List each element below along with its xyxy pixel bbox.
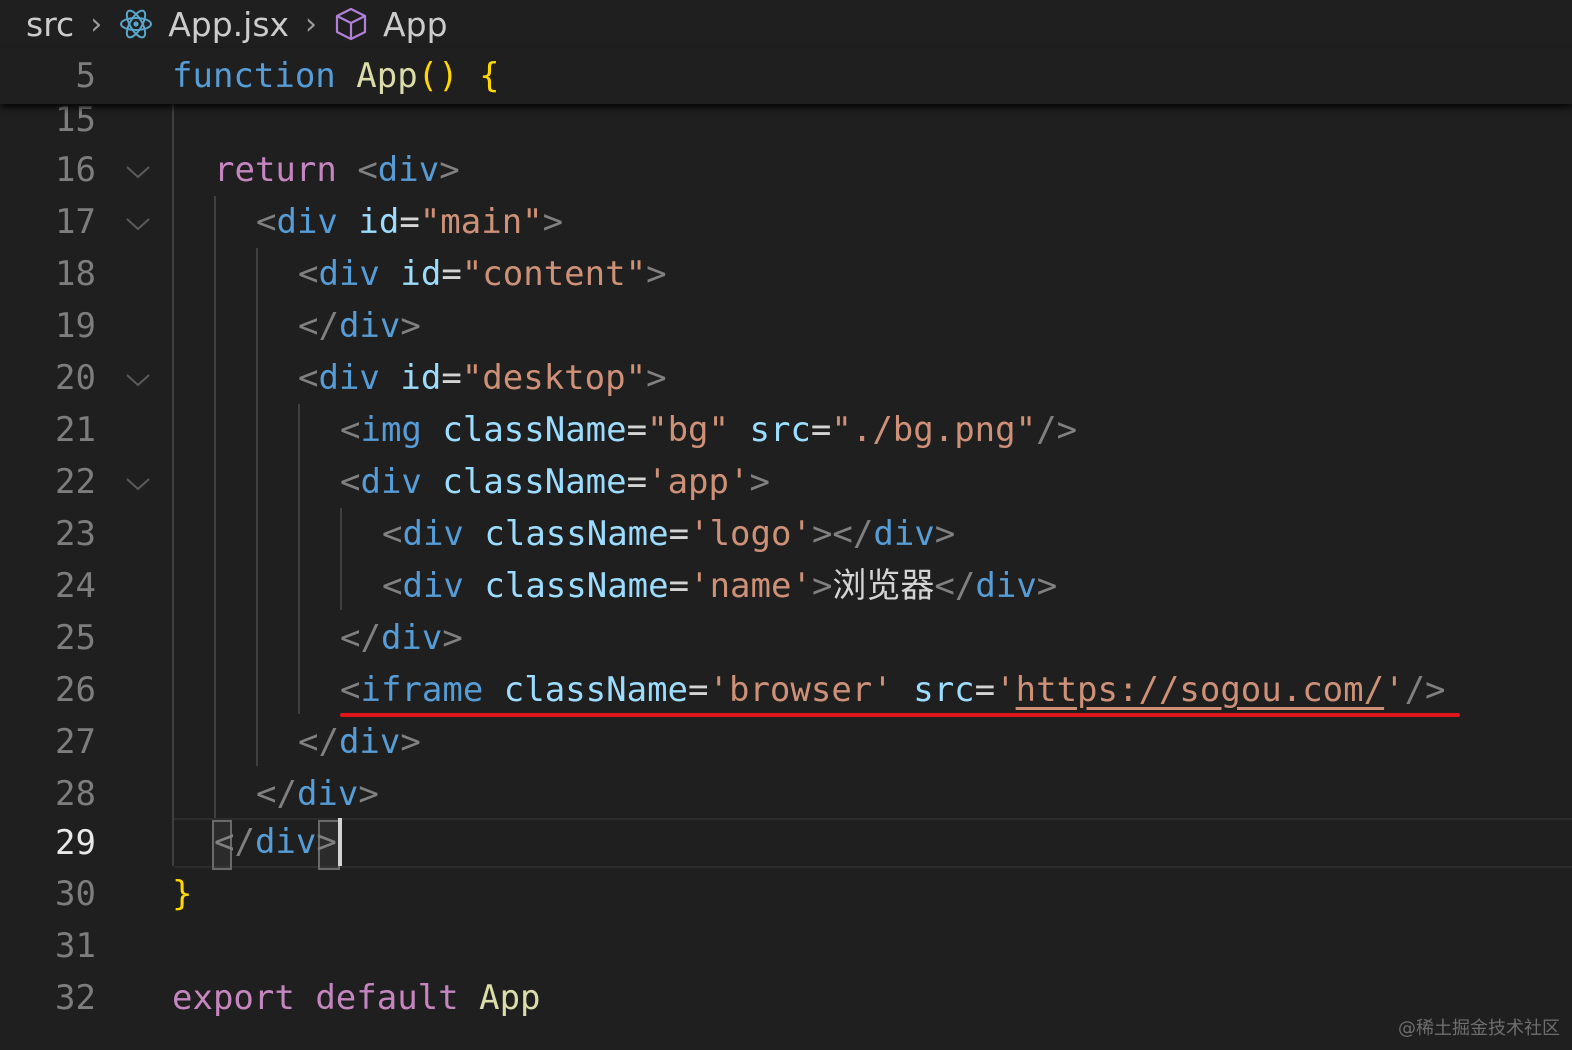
code-line-iframe: <iframe className='browser' src='https:/…	[340, 670, 1446, 710]
line-number: 28	[55, 774, 96, 814]
line-number: 25	[55, 618, 96, 658]
line-number: 23	[55, 514, 96, 554]
code-line: </div>	[298, 722, 421, 762]
function-name: App	[356, 56, 418, 96]
iframe-src-link[interactable]: https://sogou.com/	[1016, 670, 1384, 710]
keyword: function	[172, 56, 336, 96]
fold-chevron-icon[interactable]	[124, 216, 152, 232]
line-number: 26	[55, 670, 96, 710]
indent-guide	[214, 196, 216, 818]
indent-guide	[298, 404, 300, 714]
code-line: <div id="content">	[298, 254, 667, 294]
line-number: 21	[55, 410, 96, 450]
fold-chevron-icon[interactable]	[124, 164, 152, 180]
fold-chevron-icon[interactable]	[124, 372, 152, 388]
code-line: return <div>	[214, 150, 460, 190]
line-number: 32	[55, 978, 96, 1018]
code-line: </div>	[340, 618, 463, 658]
code-line: <div className='app'>	[340, 462, 770, 502]
indent-guide	[340, 508, 342, 610]
code-line: </div>	[256, 774, 379, 814]
line-number: 19	[55, 306, 96, 346]
line-number: 24	[55, 566, 96, 606]
editor[interactable]: 15 16 17 18 19 20 21 22 23 24 25 26 27 2…	[0, 0, 1572, 1050]
text-cursor	[338, 818, 342, 866]
line-number: 20	[55, 358, 96, 398]
line-number: 22	[55, 462, 96, 502]
indent-guide	[172, 104, 174, 866]
line-number: 5	[75, 56, 96, 96]
code-line-active: </div>	[214, 822, 337, 862]
line-number: 16	[55, 150, 96, 190]
code-line: export default App	[172, 978, 541, 1018]
code-line: <div id="desktop">	[298, 358, 667, 398]
open-brace: {	[479, 56, 500, 96]
sticky-scroll-header[interactable]: 5 function App() {	[0, 48, 1572, 104]
current-line-highlight	[174, 818, 1572, 868]
code-line: <div className='name'>浏览器</div>	[382, 566, 1058, 606]
annotation-underline	[340, 713, 1460, 717]
line-number: 18	[55, 254, 96, 294]
line-number: 30	[55, 874, 96, 914]
code-line: <div id="main">	[256, 202, 564, 242]
sticky-code-line: function App() {	[172, 50, 500, 102]
parens: ()	[417, 56, 459, 96]
code-line: <img className="bg" src="./bg.png"/>	[340, 410, 1078, 450]
code-line: }	[172, 874, 193, 914]
indent-guide	[256, 248, 258, 766]
code-line: </div>	[298, 306, 421, 346]
line-number: 31	[55, 926, 96, 966]
fold-chevron-icon[interactable]	[124, 476, 152, 492]
code-line: <div className='logo'></div>	[382, 514, 956, 554]
watermark: @稀土掘金技术社区	[1398, 1018, 1560, 1039]
line-number: 27	[55, 722, 96, 762]
line-number-active: 29	[55, 823, 96, 863]
line-number: 17	[55, 202, 96, 242]
